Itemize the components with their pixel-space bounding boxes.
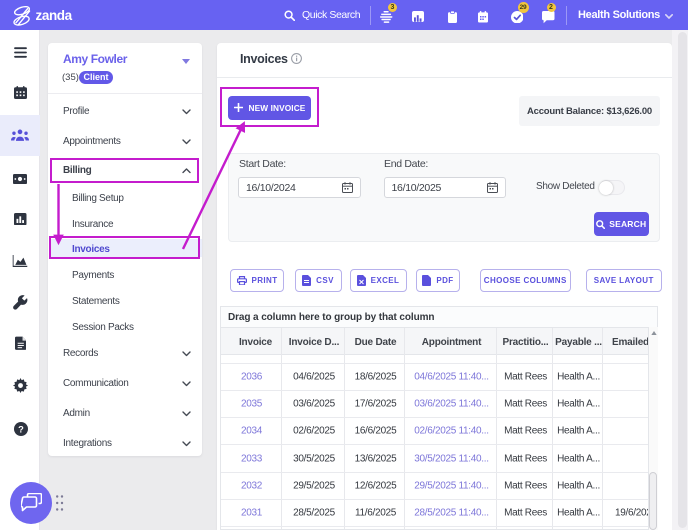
svg-text:?: ? — [18, 424, 24, 434]
